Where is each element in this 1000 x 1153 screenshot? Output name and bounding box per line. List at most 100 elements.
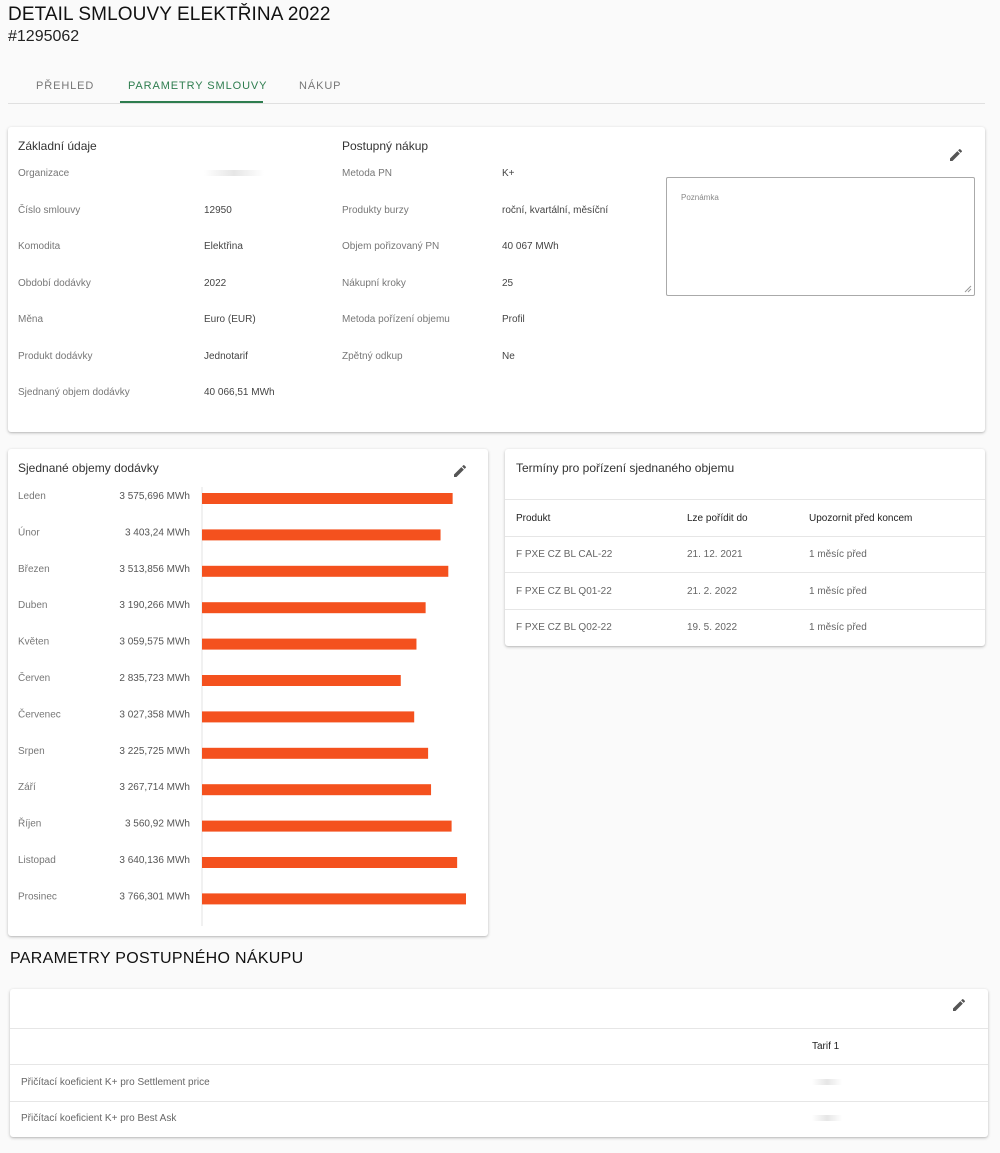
params-row-label: Přičítací koeficient K+ pro Settlement p… (21, 1077, 210, 1088)
basic-label-currency: Měna (18, 314, 44, 325)
gradual-label-method: Metoda PN (342, 168, 393, 179)
chart-bar (202, 747, 429, 759)
gradual-label-buyback: Zpětný odkup (342, 351, 403, 362)
basic-label-period: Období dodávky (18, 278, 91, 289)
gradual-value-volume: 40 067 MWh (502, 241, 559, 252)
basic-label-product: Produkt dodávky (18, 351, 93, 362)
chart-value-label: 3 575,696 MWh (119, 491, 190, 502)
basic-value-commodity: Elektřina (204, 241, 243, 252)
terms-title: Termíny pro pořízení sjednaného objemu (516, 461, 735, 475)
volumes-bar-chart: Leden 3 575,696 MWh Únor 3 403,24 MWh Březen… (18, 487, 466, 926)
chart-bar (202, 857, 458, 868)
contract-info-card: Základní údaje Organizace Číslo smlouvy … (8, 127, 985, 432)
gradual-purchase-title: Postupný nákup (342, 139, 429, 153)
note-textarea[interactable]: Poznámka (666, 177, 975, 296)
gradual-label-steps: Nákupní kroky (342, 278, 406, 289)
chart-value-label: 3 059,575 MWh (119, 637, 190, 648)
chart-bar (202, 711, 415, 723)
terms-cell-product: F PXE CZ BL Q02-22 (516, 622, 612, 633)
tab-bar: PŘEHLED PARAMETRY SMLOUVY NÁKUP (8, 70, 985, 104)
divider (505, 536, 985, 537)
note-label: Poznámka (681, 193, 719, 202)
chart-value-label: 3 190,266 MWh (119, 600, 190, 611)
active-tab-indicator (120, 101, 263, 103)
chart-value-label: 3 513,856 MWh (119, 564, 190, 575)
tab-overview[interactable]: PŘEHLED (36, 80, 94, 92)
gradual-value-volume-method: Profil (502, 314, 525, 325)
chart-bar (202, 493, 453, 504)
chart-category-label: Prosinec (18, 891, 57, 902)
chart-value-label: 3 766,301 MWh (119, 891, 190, 902)
terms-cell-deadline: 19. 5. 2022 (687, 622, 738, 633)
gradual-params-card: Tarif 1 Přičítací koeficient K+ pro Sett… (10, 989, 988, 1137)
chart-category-label: Říjen (18, 817, 41, 830)
chart-category-label: Květen (18, 637, 49, 648)
redacted-value (812, 1115, 842, 1121)
basic-data-title: Základní údaje (18, 139, 97, 153)
chart-category-label: Červen (18, 671, 50, 684)
chart-value-label: 3 267,714 MWh (119, 782, 190, 793)
chart-value-label: 3 225,725 MWh (119, 746, 190, 757)
gradual-value-buyback: Ne (502, 351, 515, 362)
chart-bar (202, 602, 426, 614)
params-row-label: Přičítací koeficient K+ pro Best Ask (21, 1113, 177, 1124)
basic-label-agreed-volume: Sjednaný objem dodávky (18, 387, 130, 398)
chart-value-label: 3 640,136 MWh (119, 855, 190, 866)
contract-id: #1295062 (8, 28, 220, 46)
volumes-chart-card: Sjednané objemy dodávky Leden 3 575,696 M… (8, 449, 488, 936)
chart-bar (202, 820, 452, 832)
divider (505, 572, 985, 573)
chart-bar (202, 638, 417, 650)
terms-card: Termíny pro pořízení sjednaného objemu P… (505, 449, 985, 646)
gradual-label-exchange-products: Produkty burzy (342, 205, 409, 216)
tab-contract-parameters[interactable]: PARAMETRY SMLOUVY (128, 80, 267, 92)
terms-cell-product: F PXE CZ BL Q01-22 (516, 586, 612, 597)
chart-value-label: 2 835,723 MWh (119, 673, 190, 684)
chart-bar (202, 893, 466, 905)
chart-category-label: Srpen (18, 746, 45, 757)
chart-bar (202, 529, 441, 541)
params-column-tariff: Tarif 1 (812, 1041, 840, 1052)
chart-category-label: Únor (18, 525, 40, 538)
resize-handle-icon[interactable] (964, 285, 972, 293)
divider (10, 1101, 988, 1102)
basic-value-period: 2022 (204, 278, 227, 289)
gradual-params-heading: PARAMETRY POSTUPNÉHO NÁKUPU (10, 950, 304, 967)
basic-label-commodity: Komodita (18, 241, 61, 252)
gradual-value-method: K+ (502, 168, 515, 179)
gradual-label-volume: Objem pořizovaný PN (342, 241, 440, 252)
page-title: DETAIL SMLOUVY ELEKTŘINA 2022 (8, 4, 331, 25)
gradual-value-exchange-products: roční, kvartální, měsíční (502, 205, 609, 216)
chart-category-label: Duben (18, 600, 47, 611)
divider (505, 609, 985, 610)
basic-value-contract-number: 12950 (204, 205, 232, 216)
basic-value-product: Jednotarif (204, 351, 248, 362)
tab-purchase[interactable]: NÁKUP (299, 80, 341, 92)
basic-value-currency: Euro (EUR) (204, 314, 256, 325)
gradual-value-steps: 25 (502, 278, 514, 289)
pencil-icon[interactable] (948, 147, 964, 163)
divider (10, 1028, 988, 1029)
chart-value-label: 3 403,24 MWh (125, 527, 190, 538)
chart-category-label: Září (18, 782, 36, 793)
pencil-icon[interactable] (951, 997, 967, 1013)
terms-cell-notify: 1 měsíc před (809, 586, 867, 597)
terms-column-product: Produkt (516, 513, 551, 524)
redacted-value (812, 1079, 842, 1085)
chart-bar (202, 675, 401, 686)
chart-bar (202, 784, 432, 796)
terms-column-deadline: Lze pořídit do (687, 513, 748, 524)
terms-column-notify: Upozornit před koncem (809, 513, 913, 524)
gradual-label-volume-method: Metoda pořízení objemu (342, 314, 450, 325)
divider (10, 1064, 988, 1065)
chart-category-label: Listopad (18, 855, 56, 866)
chart-value-label: 3 027,358 MWh (119, 709, 190, 720)
chart-category-label: Březen (18, 564, 50, 575)
chart-bar (202, 565, 449, 577)
terms-cell-product: F PXE CZ BL CAL-22 (516, 549, 613, 560)
chart-category-label: Červenec (18, 707, 61, 720)
terms-cell-deadline: 21. 2. 2022 (687, 586, 738, 597)
basic-label-organization: Organizace (18, 168, 70, 179)
terms-cell-deadline: 21. 12. 2021 (687, 549, 743, 560)
chart-category-label: Leden (18, 491, 46, 502)
